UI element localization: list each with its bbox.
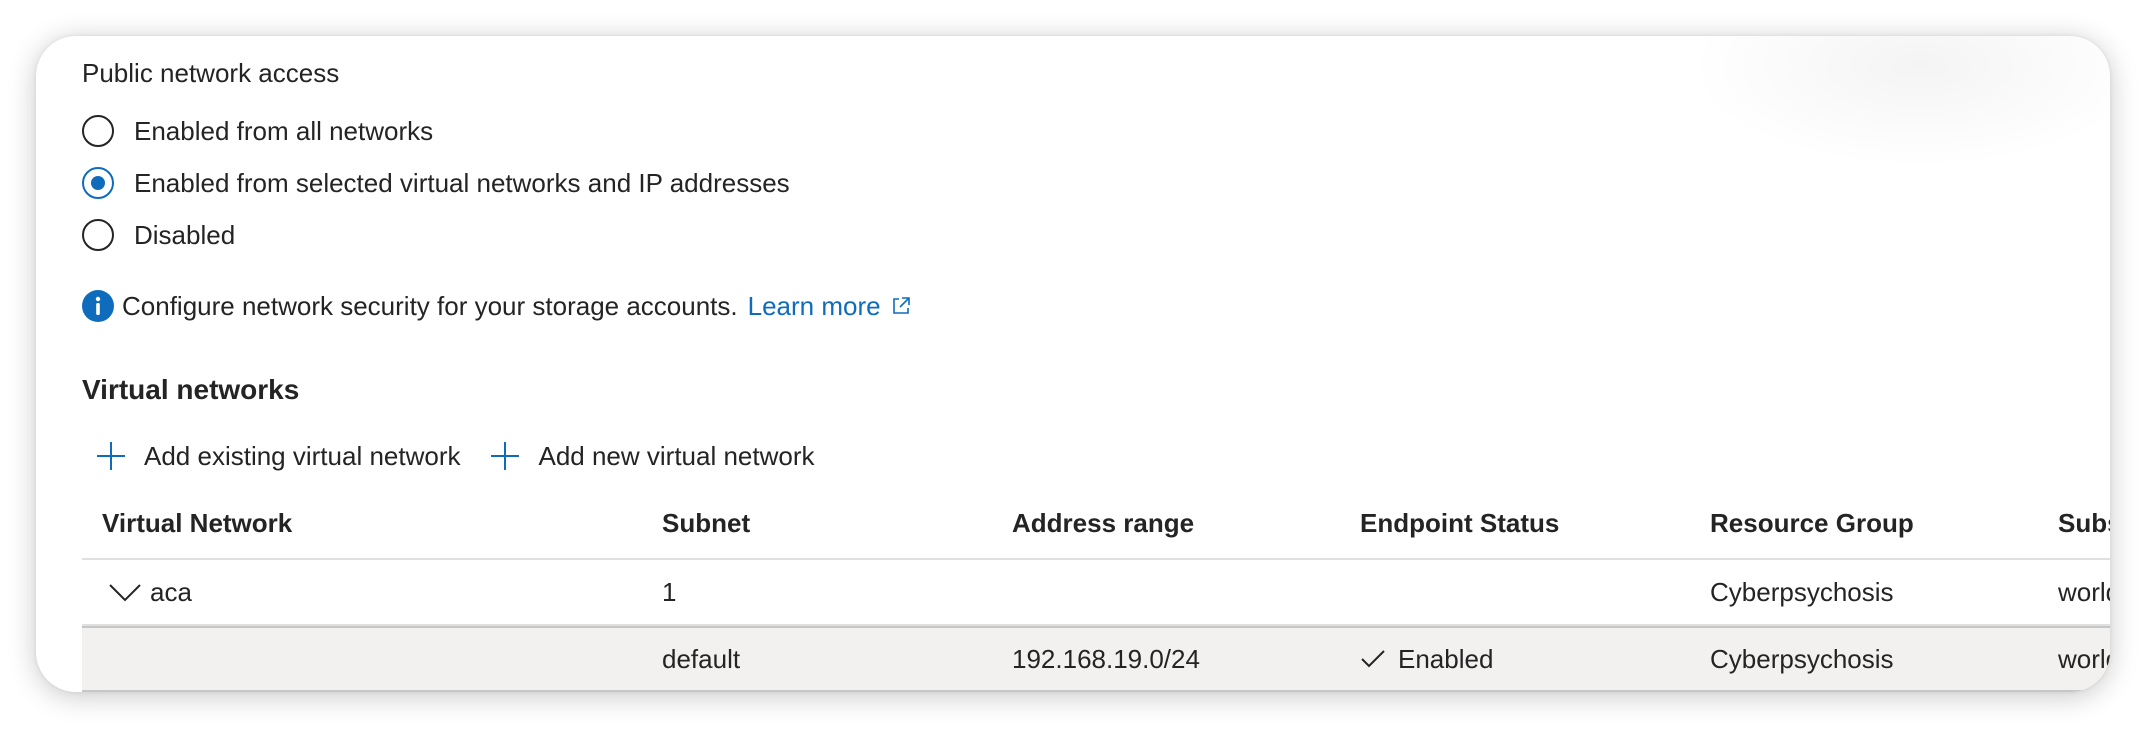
chevron-down-icon[interactable]	[108, 581, 142, 603]
resource-group-cell: Cyberpsychosis	[1710, 576, 1894, 607]
radio-disabled[interactable]: Disabled	[82, 215, 235, 255]
radio-label: Enabled from selected virtual networks a…	[134, 168, 790, 198]
column-header-subscription[interactable]: Subscription	[2058, 488, 2110, 558]
column-header-virtual-network[interactable]: Virtual Network	[102, 488, 292, 558]
radio-enabled-all-networks[interactable]: Enabled from all networks	[82, 111, 433, 151]
subnet-name: default	[662, 643, 741, 674]
info-message: Configure network security for your stor…	[82, 286, 911, 326]
learn-more-link[interactable]: Learn more	[748, 291, 911, 322]
column-header-subnet[interactable]: Subnet	[662, 488, 750, 558]
radio-enabled-selected-networks[interactable]: Enabled from selected virtual networks a…	[82, 163, 790, 203]
radio-label: Disabled	[134, 220, 236, 250]
table-row-subnet[interactable]: default 192.168.19.0/24 Enabled Cyberpsy…	[82, 626, 2110, 692]
vnet-name: aca	[150, 576, 192, 607]
subscription-cell: world	[2058, 576, 2110, 607]
checkmark-icon	[1361, 650, 1385, 668]
table-row-vnet[interactable]: aca 1 Cyberpsychosis world	[82, 560, 2110, 626]
public-network-access-label: Public network access	[82, 58, 340, 88]
virtual-networks-table: Virtual Network Subnet Address range End…	[82, 488, 2110, 692]
radio-button-selected[interactable]	[82, 167, 114, 199]
endpoint-status-text: Enabled	[1398, 643, 1494, 674]
radio-label: Enabled from all networks	[134, 116, 434, 146]
radio-button[interactable]	[82, 219, 114, 251]
info-text: Configure network security for your stor…	[122, 290, 738, 321]
plus-icon	[491, 442, 520, 470]
virtual-networks-heading: Virtual networks	[82, 374, 300, 405]
add-existing-label: Add existing virtual network	[144, 440, 461, 471]
card-content: Public network access Enabled from all n…	[82, 36, 2110, 692]
external-link-icon	[892, 297, 910, 314]
subscription-cell: world	[2058, 643, 2110, 674]
virtual-networks-toolbar: Add existing virtual network Add new vir…	[82, 434, 815, 478]
add-existing-virtual-network-button[interactable]: Add existing virtual network	[82, 441, 460, 472]
add-new-virtual-network-button[interactable]: Add new virtual network	[476, 440, 815, 472]
table-header-row: Virtual Network Subnet Address range End…	[82, 488, 2110, 560]
endpoint-status-cell: Enabled	[1360, 628, 1493, 690]
subnet-count: 1	[662, 576, 677, 607]
address-range-cell: 192.168.19.0/24	[1012, 643, 1200, 674]
column-header-endpoint-status[interactable]: Endpoint Status	[1360, 488, 1559, 558]
vnet-cell: aca	[102, 560, 192, 624]
column-header-address-range[interactable]: Address range	[1012, 488, 1194, 558]
plus-icon	[97, 442, 125, 470]
learn-more-label: Learn more	[747, 290, 881, 321]
radio-button[interactable]	[82, 115, 114, 147]
network-settings-card: Public network access Enabled from all n…	[36, 36, 2110, 692]
column-header-resource-group[interactable]: Resource Group	[1710, 488, 1914, 558]
info-icon	[82, 290, 114, 322]
add-new-label: Add new virtual network	[538, 440, 815, 471]
resource-group-cell: Cyberpsychosis	[1710, 643, 1894, 674]
